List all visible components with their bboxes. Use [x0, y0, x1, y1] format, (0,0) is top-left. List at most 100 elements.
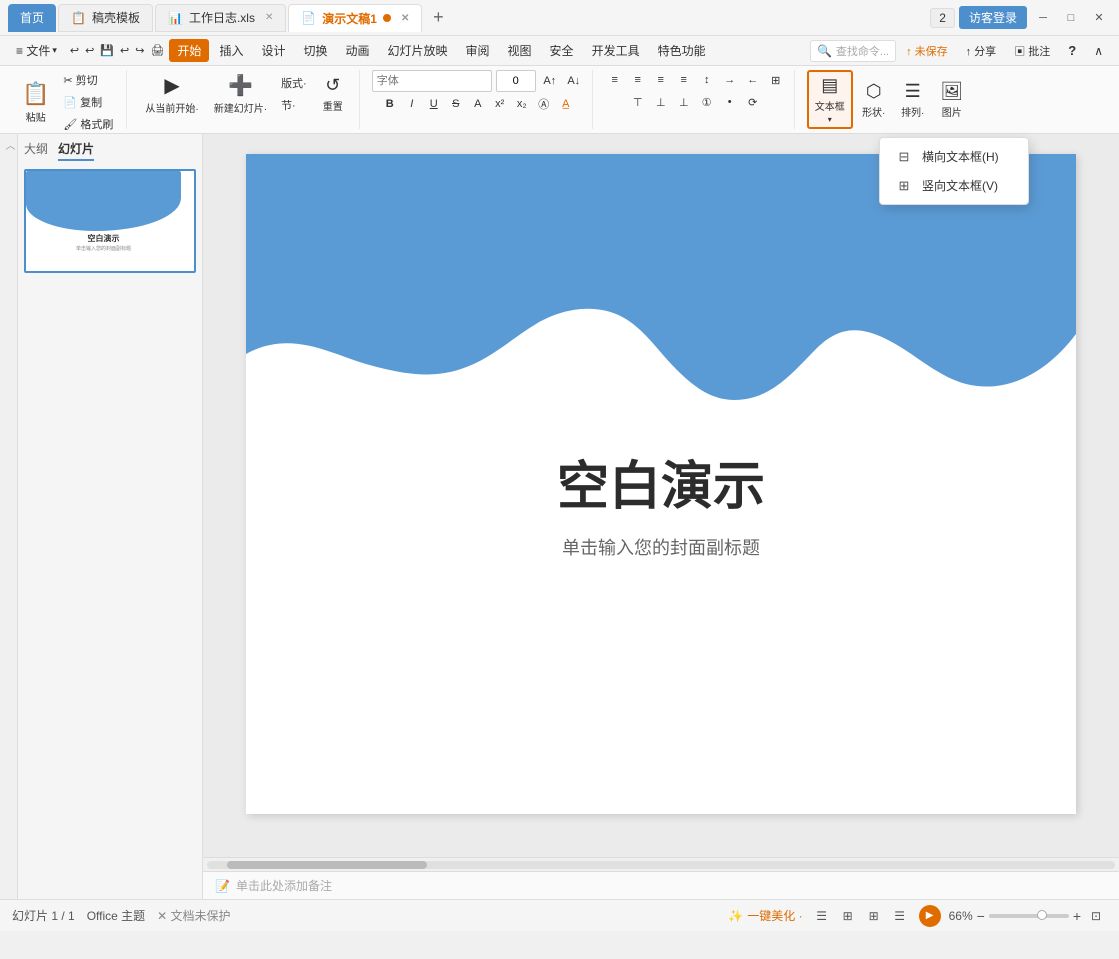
panel-toggle[interactable]: 〈 [0, 134, 18, 899]
strikethrough-button[interactable]: S [446, 94, 466, 114]
sup-button[interactable]: x₂ [512, 94, 532, 114]
play-button[interactable]: ▶ [919, 905, 941, 927]
font-decrease-button[interactable]: A↓ [564, 71, 584, 91]
indent-decrease-button[interactable]: ← [743, 70, 763, 90]
notes-bar[interactable]: 📝 单击此处添加备注 [203, 871, 1119, 899]
menu-security[interactable]: 安全 [542, 39, 582, 62]
layout-button[interactable]: 版式· [276, 73, 312, 93]
menu-view[interactable]: 视图 [500, 39, 540, 62]
top-align-button[interactable]: ⊤ [628, 92, 648, 112]
scrollbar-thumb[interactable] [227, 861, 427, 869]
font-color-button[interactable]: A̲ [556, 94, 576, 114]
bottom-align-button[interactable]: ⊥ [674, 92, 694, 112]
search-box[interactable]: 🔍 查找命令... [810, 40, 896, 62]
normal-view-icon[interactable]: ⊞ [837, 907, 859, 925]
menu-slideshow[interactable]: 幻灯片放映 [380, 39, 456, 62]
login-button[interactable]: 访客登录 [959, 6, 1027, 29]
italic-button[interactable]: I [402, 94, 422, 114]
menu-devtools[interactable]: 开发工具 [584, 39, 648, 62]
tab-template[interactable]: 📋 稿壳模板 [58, 4, 153, 32]
slide-thumbnail-1[interactable]: 1 空白演示 单击输入您的封面副标题 [24, 169, 196, 273]
sub-button[interactable]: x² [490, 94, 510, 114]
tab-ppt[interactable]: 📄 演示文稿1 ✕ [288, 4, 422, 32]
tab-xls[interactable]: 📊 工作日志.xls ✕ [155, 4, 286, 32]
fit-window-icon[interactable]: ⊡ [1085, 907, 1107, 925]
redo-button[interactable]: ↪ [132, 42, 147, 59]
reset-button[interactable]: ↺ 重置 [315, 72, 351, 116]
outline-view-icon[interactable]: ☰ [889, 907, 911, 925]
help-button[interactable]: ? [1060, 40, 1084, 61]
menu-insert[interactable]: 插入 [211, 39, 251, 62]
tab-home[interactable]: 首页 [8, 4, 56, 32]
menu-design[interactable]: 设计 [253, 39, 293, 62]
menu-special[interactable]: 特色功能 [650, 39, 714, 62]
grid-view-icon[interactable]: ⊞ [863, 907, 885, 925]
batch-label[interactable]: ▣ 批注 [1006, 40, 1058, 62]
middle-align-button[interactable]: ⊥ [651, 92, 671, 112]
line-spacing-button[interactable]: ↕ [697, 70, 717, 90]
zoom-minus-button[interactable]: − [977, 908, 985, 924]
vertical-textbox-item[interactable]: ⊞ 竖向文本框(V) [880, 171, 1028, 200]
align-right-button[interactable]: ≡ [651, 70, 671, 90]
image-button[interactable]: 🖼 图片 [934, 78, 970, 122]
list-view-icon[interactable]: ☰ [811, 907, 833, 925]
slide-subtitle[interactable]: 单击输入您的封面副标题 [246, 534, 1076, 560]
close-button[interactable]: ✕ [1087, 9, 1111, 27]
menu-start[interactable]: 开始 [169, 39, 209, 62]
section-button[interactable]: 节· [276, 95, 312, 115]
cut-button[interactable]: ✂ 剪切 [58, 70, 118, 90]
textbox-button[interactable]: ▤ 文本框 ▾ [807, 70, 853, 129]
undo3-button[interactable]: ↩ [117, 42, 132, 59]
align-left-button[interactable]: ≡ [605, 70, 625, 90]
shapes-button[interactable]: ⬡ 形状· [856, 78, 892, 122]
paste-button[interactable]: 📋 粘贴 [16, 78, 55, 127]
outline-tab[interactable]: 大纲 [24, 140, 48, 161]
font-family-input[interactable] [372, 70, 492, 92]
undo2-button[interactable]: ↩ [82, 42, 97, 59]
canvas-scroll[interactable]: 空白演示 单击输入您的封面副标题 [203, 134, 1119, 857]
new-slide-button[interactable]: ➕ 新建幻灯片· [208, 70, 273, 118]
bulleted-list-button[interactable]: • [720, 92, 740, 112]
arrange-button[interactable]: ☰ 排列· [895, 78, 931, 122]
add-tab-button[interactable]: + [424, 4, 452, 32]
save-button[interactable]: 💾 [97, 42, 117, 59]
shadow-button[interactable]: A [468, 94, 488, 114]
share-label[interactable]: ↑ 分享 [958, 40, 1005, 62]
copy-button[interactable]: 📄 复制 [58, 92, 118, 112]
zoom-thumb[interactable] [1037, 910, 1047, 920]
align-justify-button[interactable]: ≡ [674, 70, 694, 90]
numbered-list-button[interactable]: ① [697, 92, 717, 112]
columns-button[interactable]: ⊞ [766, 70, 786, 90]
menu-transition[interactable]: 切换 [295, 39, 335, 62]
collapse-ribbon-button[interactable]: ∧ [1086, 41, 1111, 61]
horizontal-textbox-item[interactable]: ⊟ 横向文本框(H) [880, 142, 1028, 171]
unsaved-label[interactable]: ↑ 未保存 [898, 40, 956, 62]
font-increase-button[interactable]: A↑ [540, 71, 560, 91]
undo-button[interactable]: ↩ [67, 42, 82, 59]
direction-button[interactable]: ⟳ [743, 92, 763, 112]
font-size-input[interactable] [496, 70, 536, 92]
slide-canvas[interactable]: 空白演示 单击输入您的封面副标题 [246, 154, 1076, 814]
xls-close-icon[interactable]: ✕ [265, 12, 273, 23]
zoom-slider[interactable] [989, 914, 1069, 918]
align-center-button[interactable]: ≡ [628, 70, 648, 90]
clear-format-button[interactable]: Ⓐ [534, 94, 554, 114]
zoom-plus-button[interactable]: + [1073, 908, 1081, 924]
file-menu[interactable]: ≡ 文件 ▾ [8, 39, 65, 62]
maximize-button[interactable]: □ [1059, 9, 1083, 27]
start-from-current-button[interactable]: ▶ 从当前开始· [139, 70, 204, 118]
menu-animation[interactable]: 动画 [337, 39, 377, 62]
indent-increase-button[interactable]: → [720, 70, 740, 90]
horizontal-scrollbar[interactable] [203, 857, 1119, 871]
ppt-close-icon[interactable]: ✕ [401, 13, 409, 24]
format-painter-button[interactable]: 🖌 格式刷 [58, 114, 118, 134]
menu-review[interactable]: 审阅 [458, 39, 498, 62]
minimize-button[interactable]: ─ [1031, 9, 1055, 27]
user-badge[interactable]: 2 [930, 8, 955, 28]
bold-button[interactable]: B [380, 94, 400, 114]
slides-tab[interactable]: 幻灯片 [58, 140, 94, 161]
slide-title[interactable]: 空白演示 [246, 444, 1076, 519]
beautify-button[interactable]: ✨ 一键美化 · [728, 907, 802, 924]
underline-button[interactable]: U [424, 94, 444, 114]
print-button[interactable]: 🖨 [147, 42, 167, 59]
